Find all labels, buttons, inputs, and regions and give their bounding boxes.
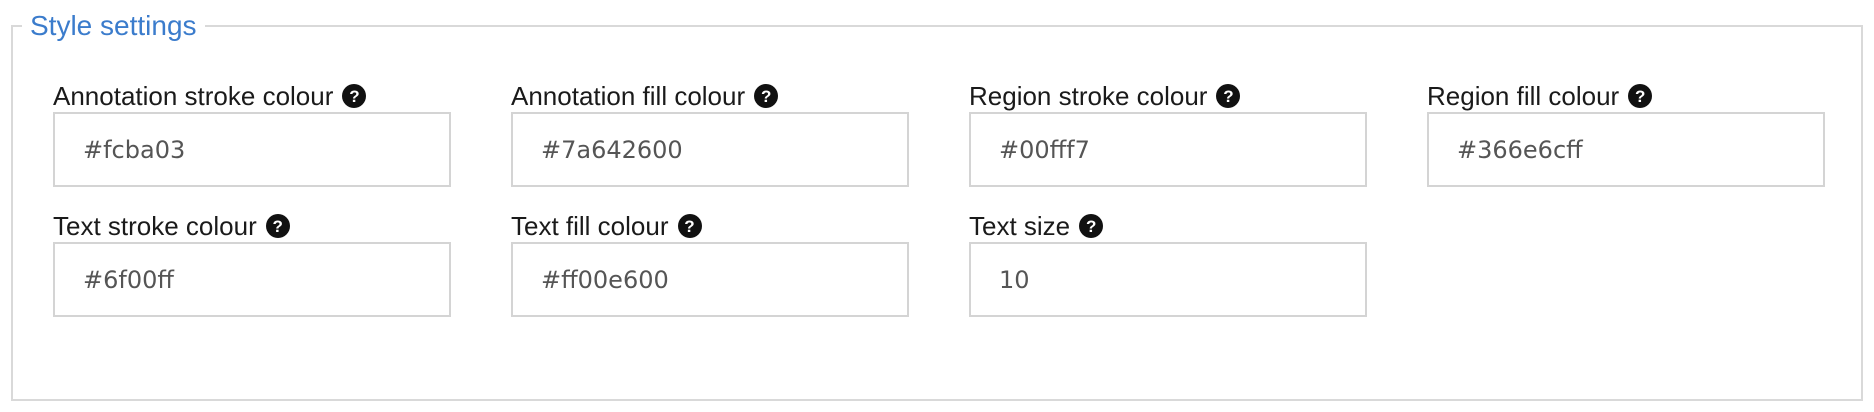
region-stroke-colour-input[interactable] [969, 112, 1367, 187]
question-circle-icon[interactable]: ? [1216, 84, 1241, 108]
question-circle-icon[interactable]: ? [677, 214, 702, 238]
text-size-label: Text size [969, 210, 1071, 241]
region-stroke-colour-field: Region stroke colour ? [969, 78, 1367, 187]
annotation-stroke-colour-label: Annotation stroke colour [53, 80, 334, 111]
region-fill-colour-input[interactable] [1427, 112, 1825, 187]
region-stroke-colour-label: Region stroke colour [969, 80, 1208, 111]
region-fill-colour-label: Region fill colour [1427, 80, 1620, 111]
text-fill-colour-input[interactable] [511, 242, 909, 317]
question-circle-icon[interactable]: ? [1079, 214, 1104, 238]
text-stroke-colour-field: Text stroke colour ? [53, 208, 451, 317]
question-circle-icon[interactable]: ? [342, 84, 367, 108]
text-fill-colour-label: Text fill colour [511, 210, 669, 241]
annotation-stroke-colour-input[interactable] [53, 112, 451, 187]
annotation-fill-colour-label: Annotation fill colour [511, 80, 746, 111]
question-circle-icon[interactable]: ? [265, 214, 290, 238]
text-size-field: Text size ? [969, 208, 1367, 317]
style-settings-legend: Style settings [22, 8, 205, 44]
annotation-stroke-colour-field: Annotation stroke colour ? [53, 78, 451, 187]
question-circle-icon[interactable]: ? [1628, 84, 1653, 108]
text-stroke-colour-input[interactable] [53, 242, 451, 317]
text-stroke-colour-label: Text stroke colour [53, 210, 257, 241]
annotation-fill-colour-input[interactable] [511, 112, 909, 187]
annotation-fill-colour-field: Annotation fill colour ? [511, 78, 909, 187]
text-fill-colour-field: Text fill colour ? [511, 208, 909, 317]
region-fill-colour-field: Region fill colour ? [1427, 78, 1825, 187]
question-circle-icon[interactable]: ? [754, 84, 779, 108]
text-size-input[interactable] [969, 242, 1367, 317]
